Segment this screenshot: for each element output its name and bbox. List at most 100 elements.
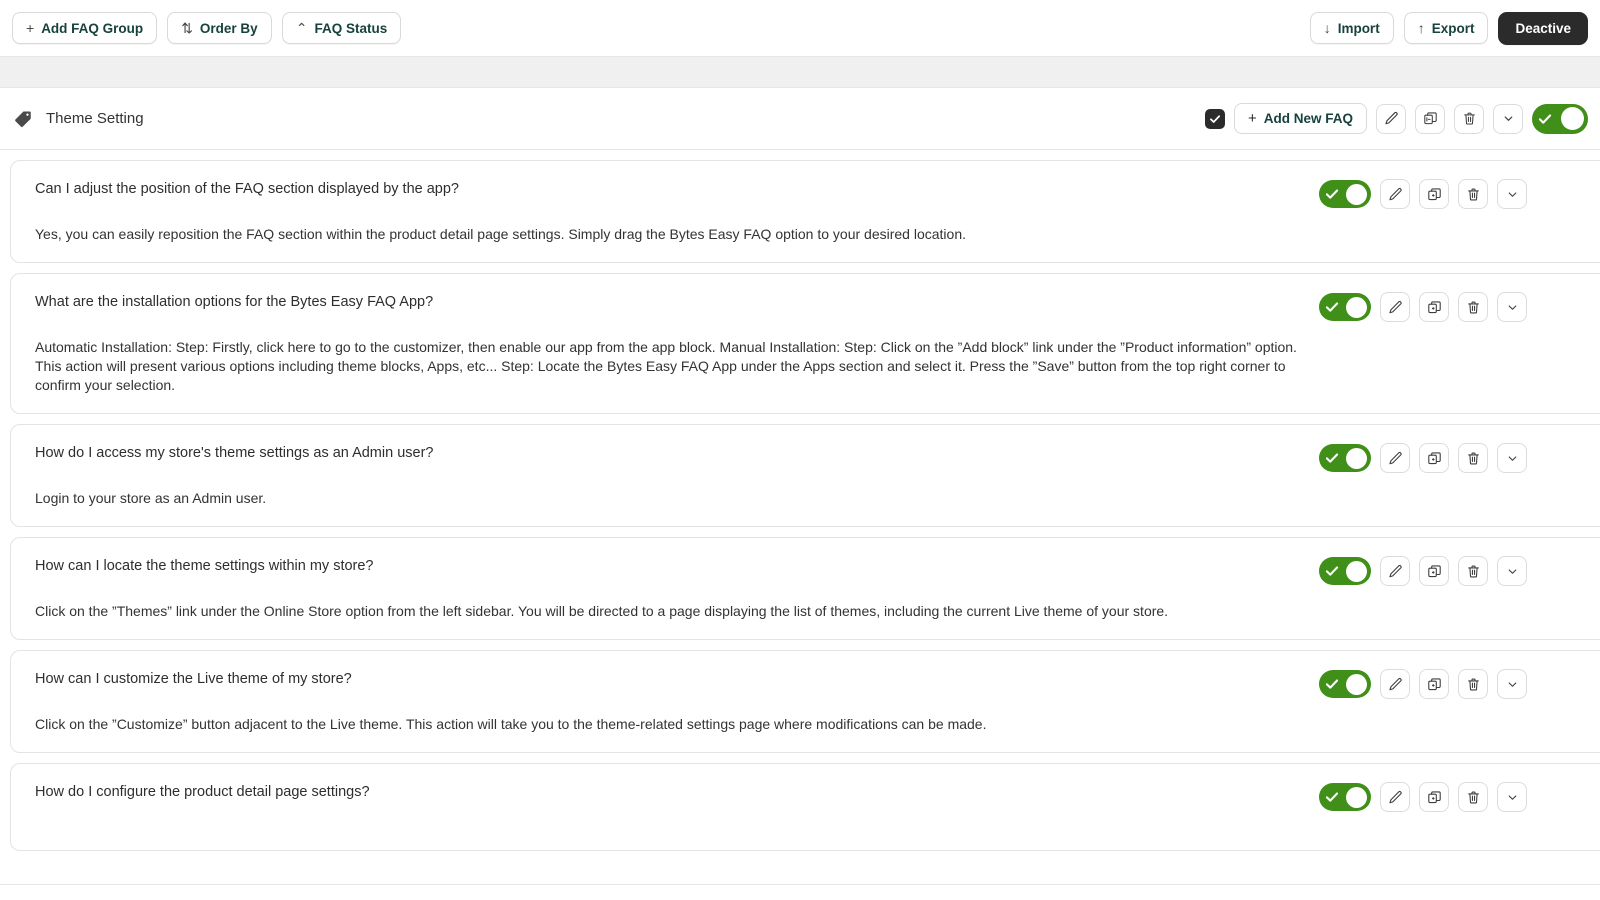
edit-icon	[1388, 451, 1402, 464]
duplicate-icon	[1427, 187, 1441, 200]
group-duplicate-button[interactable]	[1415, 103, 1445, 134]
toggle-knob	[1346, 447, 1367, 469]
faq-card: How can I customize the Live theme of my…	[10, 650, 1600, 753]
faq-expand-button[interactable]	[1497, 782, 1527, 812]
arrow-down-icon: ↓	[1323, 20, 1331, 36]
faq-duplicate-button[interactable]	[1419, 669, 1449, 699]
faq-delete-button[interactable]	[1458, 292, 1488, 322]
faq-expand-button[interactable]	[1497, 556, 1527, 586]
duplicate-icon	[1427, 300, 1441, 313]
chevron-down-icon	[1508, 568, 1516, 574]
import-button[interactable]: ↓ Import	[1309, 12, 1394, 44]
faq-edit-button[interactable]	[1380, 782, 1410, 812]
check-icon	[1538, 113, 1552, 124]
faq-card: How do I configure the product detail pa…	[10, 763, 1600, 851]
faq-expand-button[interactable]	[1497, 443, 1527, 473]
delete-icon	[1467, 301, 1479, 314]
chevron-down-icon	[1508, 455, 1516, 461]
faq-status-toggle[interactable]	[1319, 180, 1371, 208]
group-expand-button[interactable]	[1493, 103, 1523, 134]
faq-actions	[1319, 292, 1527, 322]
toggle-knob	[1346, 786, 1367, 808]
faq-status-toggle[interactable]	[1319, 444, 1371, 472]
add-faq-group-button[interactable]: + Add FAQ Group	[12, 12, 158, 44]
faq-status-toggle[interactable]	[1319, 293, 1371, 321]
check-icon	[1325, 566, 1339, 576]
edit-icon	[1388, 677, 1402, 690]
group-delete-button[interactable]	[1454, 103, 1484, 134]
faq-answer: Click on the ”Themes” link under the Onl…	[35, 603, 1169, 619]
add-new-faq-label: Add New FAQ	[1263, 111, 1353, 126]
faq-duplicate-button[interactable]	[1419, 443, 1449, 473]
toggle-knob	[1346, 296, 1367, 318]
order-by-button[interactable]: ⇅ Order By	[167, 12, 272, 44]
faq-duplicate-button[interactable]	[1419, 179, 1449, 209]
chevron-down-icon	[1508, 191, 1516, 197]
faq-delete-button[interactable]	[1458, 179, 1488, 209]
faq-status-button[interactable]: ⌃ FAQ Status	[281, 12, 402, 44]
faq-delete-button[interactable]	[1458, 669, 1488, 699]
faq-group-title: Theme Setting	[46, 110, 144, 127]
faq-answer: Yes, you can easily reposition the FAQ s…	[35, 226, 966, 242]
toggle-knob	[1346, 560, 1367, 582]
delete-icon	[1467, 678, 1479, 691]
faq-expand-button[interactable]	[1497, 179, 1527, 209]
faq-expand-button[interactable]	[1497, 292, 1527, 322]
faq-status-toggle[interactable]	[1319, 670, 1371, 698]
faq-edit-button[interactable]	[1380, 556, 1410, 586]
add-new-faq-button[interactable]: + Add New FAQ	[1233, 103, 1367, 134]
faq-actions	[1319, 179, 1527, 209]
faq-edit-button[interactable]	[1380, 669, 1410, 699]
faq-actions	[1319, 669, 1527, 699]
delete-icon	[1467, 565, 1479, 578]
check-icon	[1209, 114, 1220, 123]
check-icon	[1325, 679, 1339, 689]
faq-status-toggle[interactable]	[1319, 557, 1371, 585]
arrow-up-icon: ↑	[1417, 20, 1425, 36]
plus-icon: +	[26, 20, 35, 36]
faq-actions	[1319, 556, 1527, 586]
faq-delete-button[interactable]	[1458, 443, 1488, 473]
toggle-knob	[1561, 107, 1584, 130]
check-icon	[1325, 302, 1339, 312]
chevron-down-icon	[1504, 116, 1512, 121]
top-toolbar: + Add FAQ Group ⇅ Order By ⌃ FAQ Status …	[0, 0, 1600, 57]
faq-card-list: Can I adjust the position of the FAQ sec…	[0, 150, 1600, 851]
group-select-checkbox[interactable]	[1204, 108, 1225, 129]
delete-icon	[1463, 112, 1475, 125]
toggle-knob	[1346, 183, 1367, 205]
edit-icon	[1388, 187, 1402, 200]
toolbar-gap-band	[0, 57, 1600, 88]
duplicate-icon	[1427, 451, 1441, 464]
faq-delete-button[interactable]	[1458, 782, 1488, 812]
faq-edit-button[interactable]	[1380, 443, 1410, 473]
duplicate-icon	[1423, 112, 1437, 125]
faq-expand-button[interactable]	[1497, 669, 1527, 699]
faq-card: How do I access my store's theme setting…	[10, 424, 1600, 527]
duplicate-icon	[1427, 564, 1441, 577]
delete-icon	[1467, 791, 1479, 804]
delete-icon	[1467, 188, 1479, 201]
faq-delete-button[interactable]	[1458, 556, 1488, 586]
faq-duplicate-button[interactable]	[1419, 292, 1449, 322]
check-icon	[1325, 189, 1339, 199]
faq-edit-button[interactable]	[1380, 292, 1410, 322]
faq-card: How can I locate the theme settings with…	[10, 537, 1600, 640]
faq-edit-button[interactable]	[1380, 179, 1410, 209]
group-edit-button[interactable]	[1376, 103, 1406, 134]
faq-duplicate-button[interactable]	[1419, 782, 1449, 812]
plus-icon: +	[1247, 110, 1257, 127]
faq-group-panel: Theme Setting + Add New FAQ	[0, 88, 1600, 150]
export-button[interactable]: ↑ Export	[1403, 12, 1489, 44]
faq-group-title-wrap: Theme Setting	[14, 110, 144, 128]
tag-icon	[14, 110, 32, 128]
faq-card: What are the installation options for th…	[10, 273, 1600, 414]
chevron-down-icon	[1508, 794, 1516, 800]
group-status-toggle[interactable]	[1532, 103, 1588, 134]
deactive-button[interactable]: Deactive	[1498, 11, 1588, 45]
delete-icon	[1467, 452, 1479, 465]
faq-status-toggle[interactable]	[1319, 783, 1371, 811]
check-icon	[1325, 453, 1339, 463]
import-label: Import	[1337, 20, 1380, 36]
faq-duplicate-button[interactable]	[1419, 556, 1449, 586]
